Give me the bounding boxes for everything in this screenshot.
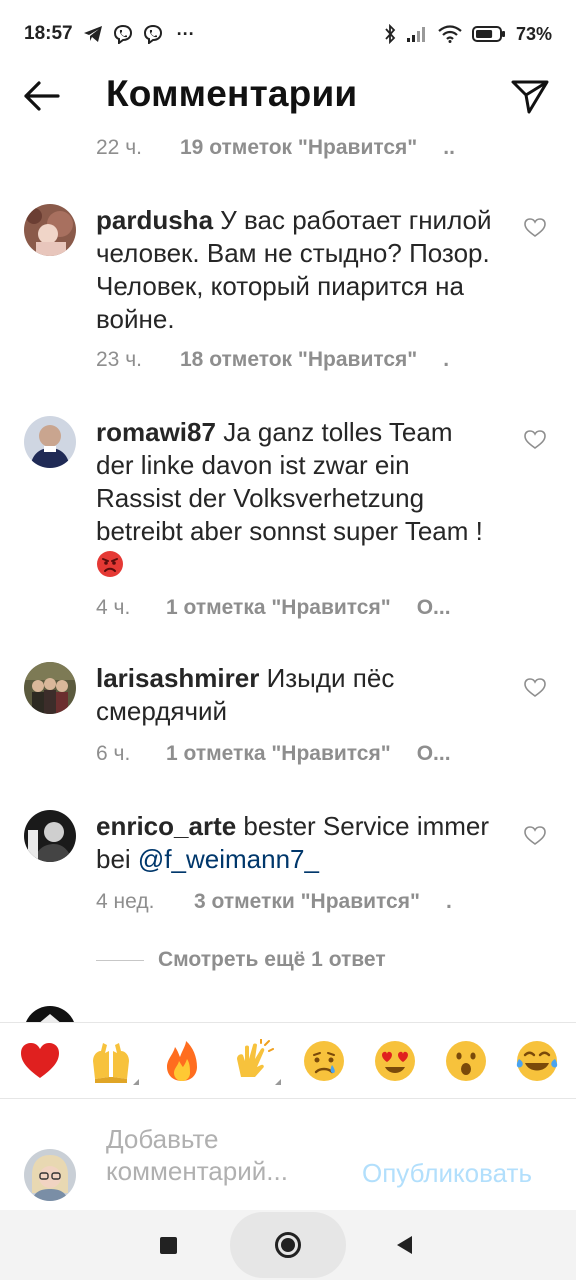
divider-line bbox=[96, 959, 144, 961]
input-placeholder-line2: комментарий... bbox=[106, 1156, 288, 1186]
comment-likes[interactable]: 1 отметка "Нравится" bbox=[166, 596, 391, 620]
raising-hands-icon[interactable] bbox=[89, 1039, 139, 1085]
heart-icon[interactable] bbox=[524, 678, 546, 698]
comment-username[interactable]: larisashmirer bbox=[96, 663, 259, 693]
comment-time: 4 нед. bbox=[96, 890, 155, 913]
clapping-hands-icon[interactable] bbox=[231, 1037, 281, 1085]
back-arrow-icon[interactable] bbox=[22, 78, 62, 114]
comment-text: pardusha У вас работает гнилой человек. … bbox=[96, 204, 496, 336]
skin-tone-indicator bbox=[132, 1078, 139, 1085]
avatar[interactable] bbox=[24, 1006, 76, 1022]
comment-username[interactable]: romawi87 bbox=[96, 417, 216, 447]
publish-button[interactable]: Опубликовать bbox=[362, 1158, 532, 1189]
reply-button[interactable]: О... bbox=[417, 742, 451, 766]
fire-icon[interactable] bbox=[160, 1039, 204, 1083]
direct-message-icon[interactable] bbox=[510, 78, 550, 116]
mention-link[interactable]: @f_weimann7_ bbox=[138, 844, 319, 874]
comment-likes[interactable]: 18 отметок "Нравится" bbox=[180, 348, 417, 372]
current-user-avatar bbox=[24, 1149, 76, 1201]
reply-button[interactable]: . bbox=[446, 890, 452, 914]
bluetooth-icon bbox=[385, 24, 396, 44]
avatar[interactable] bbox=[24, 204, 76, 256]
reply-button[interactable]: .. bbox=[443, 136, 455, 160]
comment-time: 4 ч. bbox=[96, 596, 131, 619]
heart-icon[interactable] bbox=[524, 826, 546, 846]
comment-meta: 22 ч. 19 отметок "Нравится" .. bbox=[96, 136, 455, 160]
heart-icon[interactable] bbox=[524, 430, 546, 450]
comment-text: romawi87 Ja ganz tolles Team der linke d… bbox=[96, 416, 496, 581]
avatar[interactable] bbox=[24, 416, 76, 468]
comments-list: 22 ч. 19 отметок "Нравится" .. pardusha … bbox=[0, 126, 576, 1022]
battery-percent: 73% bbox=[515, 23, 552, 44]
input-placeholder-line1: Добавьте bbox=[106, 1124, 219, 1154]
skin-tone-indicator bbox=[274, 1078, 281, 1085]
comment-likes[interactable]: 19 отметок "Нравится" bbox=[180, 136, 417, 160]
page-title: Комментарии bbox=[106, 73, 358, 114]
viber-icon bbox=[113, 24, 132, 44]
comment-meta: 23 ч. 18 отметок "Нравится" . bbox=[96, 348, 449, 372]
more-notifications-icon: ··· bbox=[176, 23, 195, 44]
comment-meta: 4 ч. 1 отметка "Нравится" О... bbox=[96, 596, 451, 620]
system-nav-bar bbox=[0, 1210, 576, 1280]
telegram-icon bbox=[83, 26, 102, 42]
comment-text: larisashmirer Изыди пёс смердячий bbox=[96, 662, 496, 728]
red-heart-icon[interactable] bbox=[18, 1039, 62, 1083]
status-bar: 18:57 ··· 73% bbox=[0, 0, 576, 68]
comment-likes[interactable]: 3 отметки "Нравится" bbox=[194, 890, 420, 914]
reply-button[interactable]: О... bbox=[417, 596, 451, 620]
reply-button[interactable]: . bbox=[443, 348, 449, 372]
back-icon[interactable] bbox=[397, 1236, 412, 1254]
comment-text: enrico_arte bester Service immer bei @f_… bbox=[96, 810, 496, 876]
view-more-replies[interactable]: Смотреть ещё 1 ответ bbox=[96, 948, 386, 972]
comment-meta: 4 нед. 3 отметки "Нравится" . bbox=[96, 890, 452, 914]
comment-time: 6 ч. bbox=[96, 742, 131, 765]
header: Комментарии bbox=[0, 68, 576, 126]
avatar[interactable] bbox=[24, 662, 76, 714]
comment-username[interactable]: pardusha bbox=[96, 205, 213, 235]
viber-icon-2 bbox=[143, 24, 162, 44]
signal-icon bbox=[406, 27, 425, 42]
comment-input-bar: Добавьте комментарий... Опубликовать bbox=[0, 1098, 576, 1210]
emoji-bar bbox=[0, 1022, 576, 1098]
home-icon[interactable] bbox=[275, 1232, 301, 1258]
recent-apps-icon[interactable] bbox=[160, 1237, 177, 1254]
heart-eyes-icon[interactable] bbox=[373, 1039, 417, 1083]
comment-username[interactable]: enrico_arte bbox=[96, 811, 236, 841]
comment-time: 23 ч. bbox=[96, 348, 142, 371]
tears-of-joy-icon[interactable] bbox=[515, 1039, 559, 1083]
avatar[interactable] bbox=[24, 810, 76, 862]
comment-meta: 6 ч. 1 отметка "Нравится" О... bbox=[96, 742, 451, 766]
wifi-icon bbox=[438, 25, 462, 43]
angry-face-icon bbox=[97, 551, 123, 577]
crying-face-icon[interactable] bbox=[302, 1039, 346, 1083]
battery-icon bbox=[471, 26, 505, 42]
comment-time: 22 ч. bbox=[96, 136, 142, 159]
comment-likes[interactable]: 1 отметка "Нравится" bbox=[166, 742, 391, 766]
view-more-label: Смотреть ещё 1 ответ bbox=[158, 948, 386, 971]
comment-input[interactable]: Добавьте комментарий... bbox=[106, 1123, 346, 1193]
status-time: 18:57 bbox=[24, 23, 73, 44]
heart-icon[interactable] bbox=[524, 218, 546, 238]
surprised-face-icon[interactable] bbox=[444, 1039, 488, 1083]
